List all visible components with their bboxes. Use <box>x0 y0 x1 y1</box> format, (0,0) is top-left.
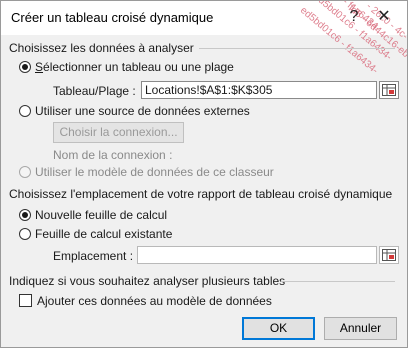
dialog-title: Créer un tableau croisé dynamique <box>11 10 214 25</box>
new-sheet-label[interactable]: Nouvelle feuille de calcul <box>35 208 167 222</box>
range-value: Locations!$A$1:$K$305 <box>145 83 273 97</box>
location-picker-icon <box>382 249 396 261</box>
watermark-line: ed5bd01c6 - f1a6434- <box>297 5 380 77</box>
location-field[interactable] <box>137 246 377 264</box>
existing-sheet-label[interactable]: Feuille de calcul existante <box>35 227 172 241</box>
multi-table-section-heading: Indiquez si vous souhaitez analyser plus… <box>9 274 286 288</box>
data-model-radio[interactable] <box>19 166 31 178</box>
range-field[interactable]: Locations!$A$1:$K$305 <box>141 81 377 99</box>
select-table-radio[interactable] <box>19 61 31 73</box>
select-table-label[interactable]: Sélectionner un tableau ou une plage <box>35 60 234 74</box>
cancel-button[interactable]: Annuler <box>324 317 397 340</box>
help-button[interactable]: ? <box>343 7 365 27</box>
destination-section-heading: Choisissez l'emplacement de votre rappor… <box>9 187 393 201</box>
title-bar: Créer un tableau croisé dynamique d5bd01… <box>1 1 407 76</box>
source-section-divider <box>199 48 395 49</box>
existing-sheet-radio[interactable] <box>19 228 31 240</box>
data-model-label[interactable]: Utiliser le modèle de données de ce clas… <box>35 165 274 179</box>
help-icon: ? <box>349 8 359 25</box>
ok-button[interactable]: OK <box>242 317 315 340</box>
create-pivot-table-dialog: Créer un tableau croisé dynamique d5bd01… <box>0 0 408 348</box>
external-source-radio[interactable] <box>19 105 31 117</box>
connection-name-label: Nom de la connexion : <box>53 148 173 162</box>
choose-connection-button[interactable]: Choisir la connexion... <box>53 122 184 143</box>
range-picker-button[interactable] <box>379 81 399 99</box>
add-to-data-model-label[interactable]: Ajouter ces données au modèle de données <box>37 294 272 308</box>
range-label: Tableau/Plage : <box>53 84 136 98</box>
location-picker-button[interactable] <box>379 246 399 264</box>
close-icon: ✕ <box>377 8 391 25</box>
range-picker-icon <box>382 84 396 96</box>
select-table-label-text: électionner un tableau ou une plage <box>43 60 234 74</box>
new-sheet-radio[interactable] <box>19 209 31 221</box>
close-button[interactable]: ✕ <box>373 7 395 27</box>
add-to-data-model-checkbox[interactable] <box>19 294 32 307</box>
location-label: Emplacement : <box>53 249 134 263</box>
source-section-heading: Choisissez les données à analyser <box>9 41 194 55</box>
multi-table-section-divider <box>281 281 395 282</box>
external-source-label[interactable]: Utiliser une source de données externes <box>35 104 250 118</box>
